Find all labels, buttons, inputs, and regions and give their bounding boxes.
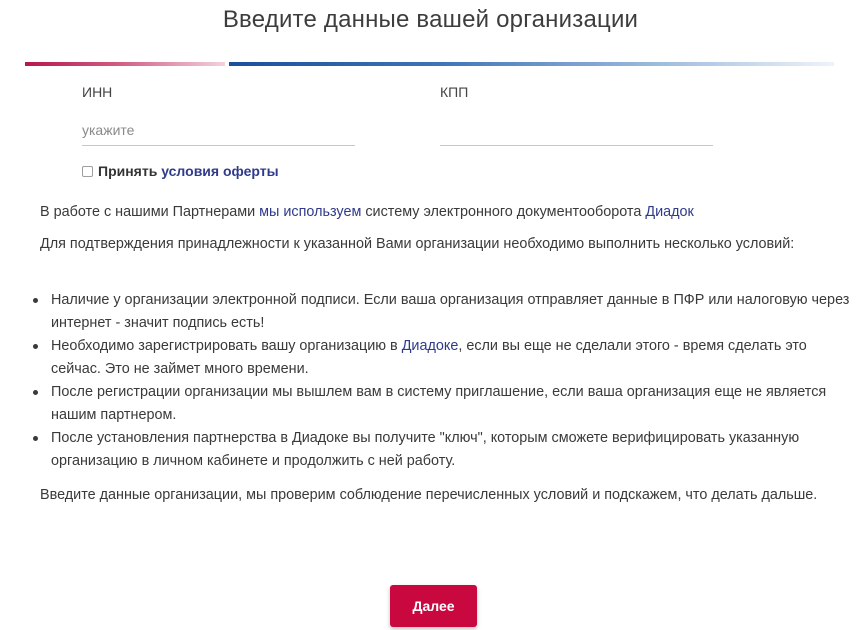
condition-text: После установления партнерства в Диадоке… (51, 430, 800, 469)
offer-row: Принять условия оферты (82, 163, 279, 179)
intro-paragraph: В работе с нашими Партнерами мы использу… (10, 201, 855, 224)
we-use-link[interactable]: мы используем (259, 204, 361, 220)
diadoc-link[interactable]: Диадок (645, 204, 693, 220)
offer-checkbox[interactable] (82, 165, 93, 177)
list-item: После регистрации организации мы вышлем … (0, 381, 855, 427)
list-item: Наличие у организации электронной подпис… (0, 289, 855, 335)
inn-label: ИНН (82, 84, 113, 100)
bullet-icon (33, 298, 38, 303)
condition-text-prefix: Необходимо зарегистрировать вашу организ… (51, 338, 402, 354)
intro-text-1: В работе с нашими Партнерами (40, 204, 260, 220)
page-title: Введите данные вашей организации (222, 6, 639, 33)
outro-paragraph: Введите данные организации, мы проверим … (40, 487, 818, 503)
bullet-icon (33, 436, 38, 441)
diadoc-register-link[interactable]: Диадоке (402, 338, 459, 354)
condition-text: После регистрации организации мы вышлем … (51, 384, 827, 423)
bullet-icon (33, 390, 38, 395)
bullet-icon (33, 344, 38, 349)
list-item: Необходимо зарегистрировать вашу организ… (0, 335, 855, 381)
progress-bar-left (25, 62, 225, 66)
list-item: После установления партнерства в Диадоке… (0, 427, 855, 473)
conditions-intro: Для подтверждения принадлежности к указа… (40, 236, 795, 252)
condition-text: Наличие у организации электронной подпис… (51, 292, 850, 331)
intro-text-2: систему электронного документооборота (361, 204, 646, 220)
kpp-input[interactable] (440, 114, 713, 146)
next-button[interactable]: Далее (390, 585, 477, 627)
offer-label: Принять (98, 163, 162, 179)
kpp-label: КПП (440, 84, 469, 100)
progress-bar-right (229, 62, 834, 66)
conditions-list: Наличие у организации электронной подпис… (0, 289, 855, 473)
offer-terms-link[interactable]: условия оферты (161, 163, 278, 179)
inn-input[interactable] (82, 114, 355, 146)
